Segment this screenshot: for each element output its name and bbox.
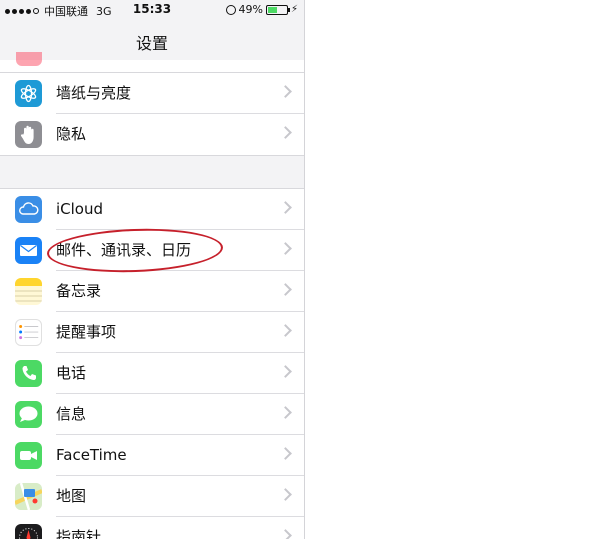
page-title: 设置 xyxy=(135,34,168,53)
icloud-icon xyxy=(15,196,42,223)
reminders-icon xyxy=(15,319,42,346)
mail-icon xyxy=(15,237,42,264)
settings-row-reminders[interactable]: 提醒事项 xyxy=(0,312,304,353)
settings-screen: 中国联通 3G 15:33 49% ⚡ 设置 墙纸与亮度 隐私 iCloud 邮… xyxy=(0,0,305,539)
settings-row-label: 指南针 xyxy=(56,528,102,539)
settings-row-compass[interactable]: 指南针 xyxy=(0,517,304,539)
settings-row-notes[interactable]: 备忘录 xyxy=(0,271,304,312)
settings-row-phone[interactable]: 电话 xyxy=(0,353,304,394)
settings-row-icloud[interactable]: iCloud xyxy=(0,189,304,230)
alarm-icon xyxy=(225,4,236,15)
messages-icon xyxy=(15,401,42,428)
chevron-right-icon xyxy=(279,406,292,419)
status-right: 49% ⚡ xyxy=(225,3,298,16)
settings-row-privacy[interactable]: 隐私 xyxy=(0,114,304,155)
battery-level xyxy=(267,6,277,13)
settings-row-messages[interactable]: 信息 xyxy=(0,394,304,435)
settings-row-facetime[interactable]: FaceTime xyxy=(0,435,304,476)
chevron-right-icon xyxy=(279,488,292,501)
chevron-right-icon xyxy=(279,201,292,214)
settings-row-maps[interactable]: 地图 xyxy=(0,476,304,517)
charging-bolt-icon: ⚡ xyxy=(290,4,298,15)
hand-privacy-icon xyxy=(15,121,42,148)
settings-row-label: 墙纸与亮度 xyxy=(56,84,132,102)
chevron-right-icon xyxy=(279,85,292,98)
chevron-right-icon xyxy=(279,242,292,255)
settings-row-label: 备忘录 xyxy=(56,282,102,300)
settings-row-label: FaceTime xyxy=(56,446,127,464)
settings-row-label: 隐私 xyxy=(56,125,87,143)
settings-row-label: iCloud xyxy=(56,200,104,218)
wallpaper-icon xyxy=(15,80,42,107)
chevron-right-icon xyxy=(279,126,292,139)
chevron-right-icon xyxy=(279,529,292,539)
chevron-right-icon xyxy=(279,447,292,460)
phone-icon xyxy=(15,360,42,387)
battery-percent: 49% xyxy=(238,3,263,16)
status-bar: 中国联通 3G 15:33 49% ⚡ xyxy=(0,0,304,20)
chevron-right-icon xyxy=(279,324,292,337)
facetime-icon xyxy=(15,442,42,469)
notes-icon xyxy=(15,278,42,305)
compass-icon xyxy=(15,524,42,539)
battery-icon xyxy=(265,4,290,15)
settings-row-label: 信息 xyxy=(56,405,87,423)
settings-row-label: 提醒事项 xyxy=(56,323,117,341)
partial-icon xyxy=(16,52,42,66)
maps-icon xyxy=(15,483,42,510)
settings-row-wallpaper[interactable]: 墙纸与亮度 xyxy=(0,73,304,114)
settings-group-display-privacy: 墙纸与亮度 隐私 xyxy=(0,72,304,156)
settings-row-label: 电话 xyxy=(56,364,87,382)
chevron-right-icon xyxy=(279,283,292,296)
chevron-right-icon xyxy=(279,365,292,378)
settings-row-label: 地图 xyxy=(56,487,87,505)
